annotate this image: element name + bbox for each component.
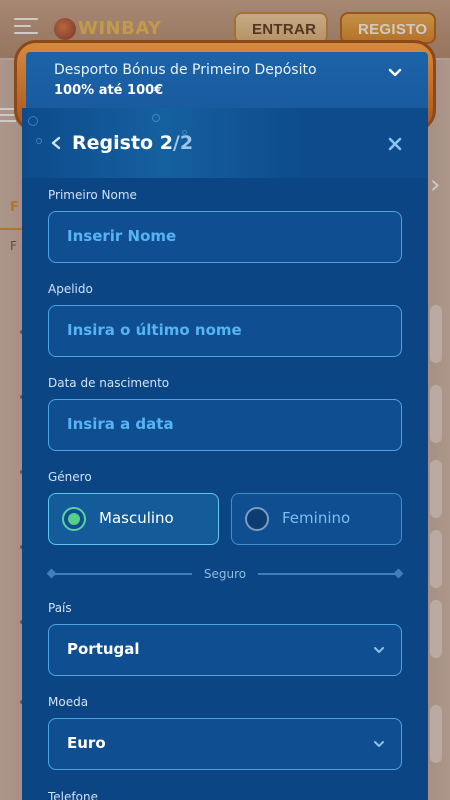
close-icon[interactable] [388, 137, 402, 151]
chevron-down-icon[interactable] [388, 66, 402, 80]
country-label: País [48, 601, 72, 615]
last-name-input[interactable]: Insira o último nome [48, 305, 402, 357]
currency-label: Moeda [48, 695, 89, 709]
modal-title: Registo 2/2 [72, 132, 193, 154]
secure-divider: Seguro [46, 566, 404, 582]
bonus-banner[interactable]: Desporto Bónus de Primeiro Depósito 100%… [26, 52, 428, 108]
chevron-down-icon [374, 741, 384, 747]
bubble-decoration [152, 114, 160, 122]
first-name-input[interactable]: Inserir Nome [48, 211, 402, 263]
currency-select[interactable]: Euro [48, 718, 402, 770]
divider-line [258, 573, 396, 575]
bubble-decoration [36, 138, 42, 144]
phone-label: Telefone [48, 790, 98, 800]
radio-selected-icon [62, 507, 86, 531]
last-name-label: Apelido [48, 282, 93, 296]
chevron-down-icon [374, 647, 384, 653]
registration-modal: Registo 2/2 Primeiro Nome Inserir Nome A… [22, 108, 428, 800]
bonus-offer: 100% até 100€ [54, 83, 164, 98]
birth-date-label: Data de nascimento [48, 376, 170, 390]
radio-unselected-icon [245, 507, 269, 531]
gender-option-label: Feminino [282, 509, 351, 527]
back-chevron-icon[interactable] [50, 136, 62, 150]
first-name-label: Primeiro Nome [48, 188, 137, 202]
currency-value: Euro [67, 734, 106, 752]
bonus-title: Desporto Bónus de Primeiro Depósito [54, 62, 317, 78]
birth-date-input[interactable]: Insira a data [48, 399, 402, 451]
country-select[interactable]: Portugal [48, 624, 402, 676]
gender-option-label: Masculino [99, 509, 174, 527]
modal-title-total: /2 [172, 132, 194, 154]
gender-option-female[interactable]: Feminino [231, 493, 402, 545]
bubble-decoration [28, 116, 38, 126]
gender-label: Género [48, 470, 92, 484]
modal-header: Registo 2/2 [22, 108, 428, 178]
country-value: Portugal [67, 640, 140, 658]
modal-title-step: Registo 2 [72, 132, 173, 154]
gender-option-male[interactable]: Masculino [48, 493, 219, 545]
